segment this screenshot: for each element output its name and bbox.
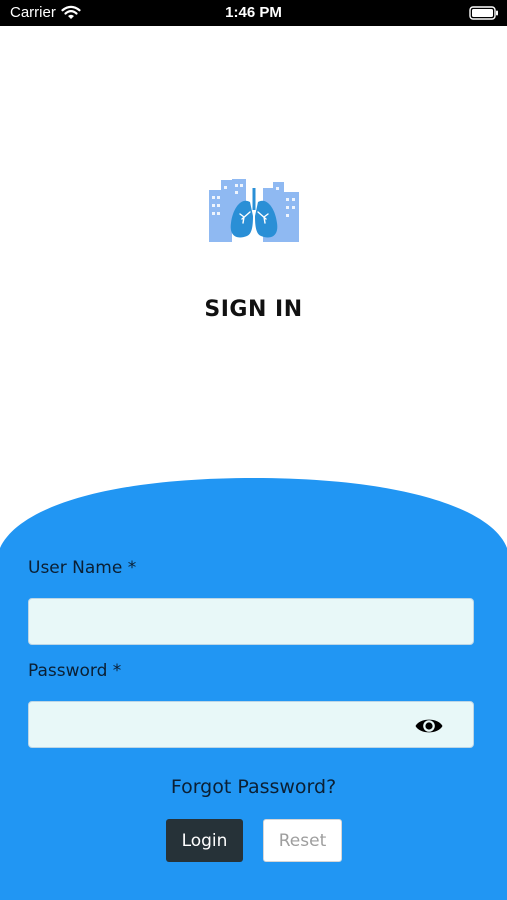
forgot-password-link[interactable]: Forgot Password? [0,776,507,798]
login-form-panel: User Name * Password * Forgot Password? … [0,478,507,900]
password-label: Password * [28,661,122,681]
lungs-city-logo [209,179,299,242]
login-button[interactable]: Login [166,819,243,862]
username-label: User Name * [28,558,137,578]
battery-icon [469,6,498,20]
username-input[interactable] [28,598,474,645]
eye-icon[interactable] [414,715,444,737]
reset-button[interactable]: Reset [263,819,342,862]
status-time: 1:46 PM [225,4,282,21]
page-title: SIGN IN [204,297,303,322]
password-input[interactable] [28,701,474,748]
status-bar: Carrier 1:46 PM [0,0,507,26]
panel-curve [0,478,507,548]
